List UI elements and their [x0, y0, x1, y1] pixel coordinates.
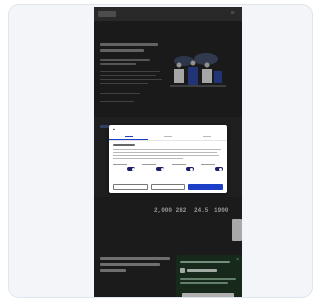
consent-text — [113, 158, 183, 159]
consent-text — [113, 149, 221, 150]
cookie-consent-dialog: ▪ — [109, 125, 227, 193]
preview-card: ≡ 2,000 282 24.5 1900 × ▪ — [8, 4, 313, 298]
toggle-switch[interactable] — [156, 167, 165, 171]
consent-toggles — [113, 164, 223, 178]
mobile-page-screenshot: ≡ 2,000 282 24.5 1900 × ▪ — [94, 7, 242, 297]
consent-toggle[interactable] — [142, 164, 165, 178]
consent-buttons — [113, 184, 224, 190]
consent-tab[interactable] — [148, 134, 187, 139]
toggle-switch[interactable] — [127, 167, 135, 171]
deny-button[interactable] — [113, 184, 148, 190]
consent-toggle[interactable] — [171, 164, 194, 178]
consent-tabs — [109, 134, 227, 141]
consent-title — [113, 144, 135, 146]
consent-toggle[interactable] — [200, 164, 223, 178]
consent-text — [113, 152, 217, 153]
consent-toggle[interactable] — [113, 164, 135, 178]
allow-all-button[interactable] — [188, 184, 224, 190]
consent-tab[interactable] — [188, 134, 227, 139]
toggle-switch[interactable] — [214, 167, 223, 171]
allow-selection-button[interactable] — [150, 184, 186, 190]
consent-text — [113, 155, 219, 156]
dialog-logo: ▪ — [113, 127, 115, 133]
consent-tab[interactable] — [109, 134, 149, 140]
toggle-switch[interactable] — [185, 167, 194, 171]
